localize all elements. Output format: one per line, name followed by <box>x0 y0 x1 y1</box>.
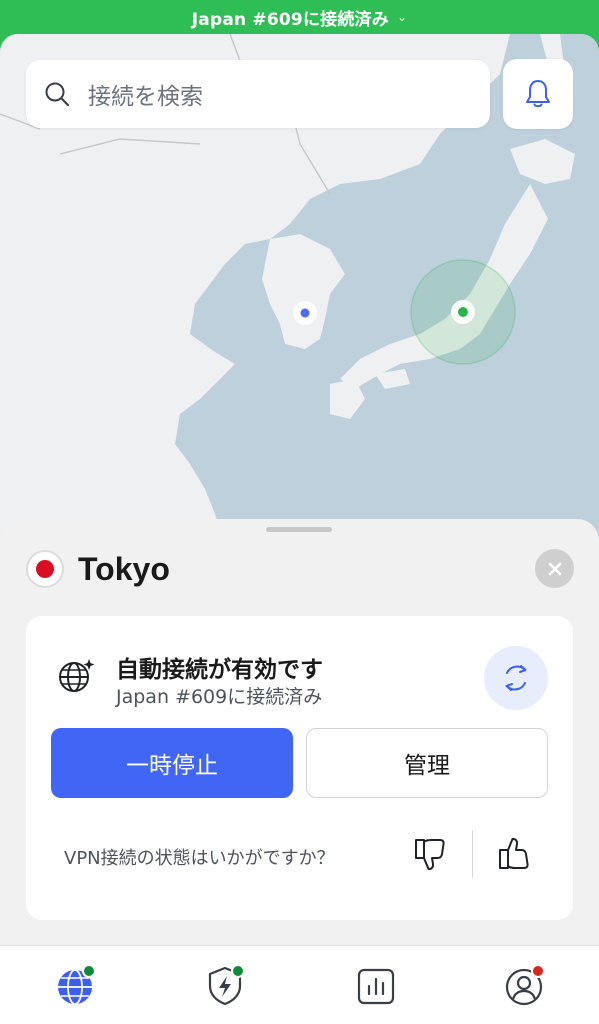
nav-stats[interactable] <box>354 964 398 1008</box>
sheet-drag-handle[interactable] <box>266 527 332 532</box>
bottom-navigation <box>0 945 599 1024</box>
nav-profile[interactable] <box>503 964 547 1008</box>
close-sheet-button[interactable] <box>535 549 574 588</box>
nav-globe-badge <box>82 964 96 978</box>
connection-status-text: Japan #609に接続済み <box>191 9 389 30</box>
nav-globe[interactable] <box>54 964 98 1008</box>
search-placeholder: 接続を検索 <box>88 84 203 110</box>
close-icon <box>548 562 561 575</box>
feedback-divider <box>472 830 473 878</box>
search-icon <box>45 82 70 107</box>
reconnect-button[interactable] <box>484 646 548 710</box>
connection-card: 自動接続が有効です Japan #609に接続済み 一時停止 管理 VPN接続の… <box>26 616 573 920</box>
auto-connect-globe-icon <box>59 659 95 692</box>
auto-connect-title: 自動接続が有効です <box>116 657 323 683</box>
manage-button[interactable]: 管理 <box>306 728 548 798</box>
connected-server-subtitle: Japan #609に接続済み <box>116 686 323 708</box>
nav-threat-protection[interactable] <box>203 964 247 1008</box>
feedback-question: VPN接続の状態はいかがですか？ <box>64 848 335 869</box>
nav-threat-badge <box>231 964 245 978</box>
server-details-sheet: Tokyo 自動接続が有効です Japan #609に接続済み 一時停止 管理 … <box>0 519 599 949</box>
tokyo-marker <box>458 307 468 317</box>
chevron-down-icon: ⌄ <box>396 10 408 24</box>
connection-status-bar[interactable]: Japan #609に接続済み ⌄ <box>0 0 599 34</box>
stats-icon <box>357 968 395 1005</box>
search-field[interactable]: 接続を検索 <box>26 60 490 128</box>
seoul-marker <box>300 308 310 318</box>
pause-button[interactable]: 一時停止 <box>51 728 293 798</box>
refresh-icon <box>505 665 527 691</box>
thumbs-down-icon[interactable] <box>412 836 448 872</box>
nav-profile-badge <box>531 964 545 978</box>
thumbs-up-icon[interactable] <box>496 836 532 872</box>
location-name: Tokyo <box>78 550 170 587</box>
bell-icon <box>526 80 550 108</box>
japan-flag-icon <box>26 550 64 588</box>
location-header: Tokyo <box>26 549 170 589</box>
notifications-button[interactable] <box>503 59 573 129</box>
